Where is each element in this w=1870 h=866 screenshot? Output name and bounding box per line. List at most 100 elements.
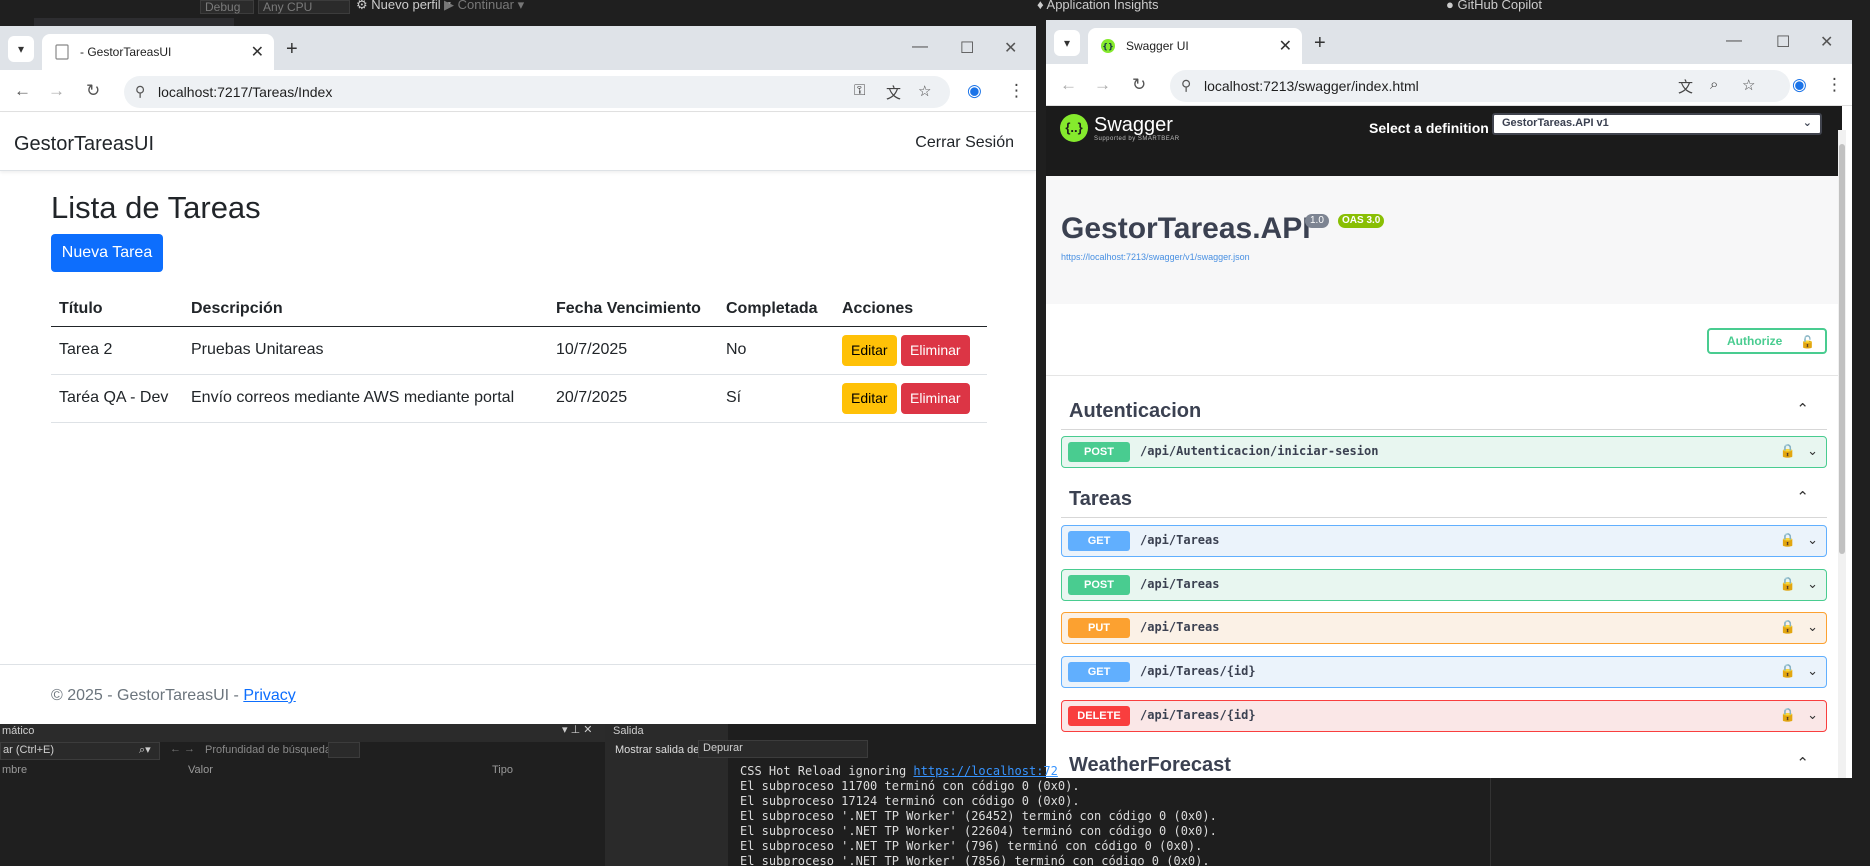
delete-button[interactable]: Eliminar	[901, 335, 970, 366]
tab-search-button[interactable]: ▾	[1054, 30, 1080, 56]
site-info-icon[interactable]: ⚲	[1181, 77, 1191, 94]
output-line: El subproceso '.NET TP Worker' (26452) t…	[740, 809, 1485, 824]
cell-title: Tarea 2	[59, 341, 113, 358]
locals-search-input[interactable]: ar (Ctrl+E) ⌕▾	[0, 742, 160, 760]
platform-combo[interactable]: Any CPU	[258, 0, 350, 14]
delete-button[interactable]: Eliminar	[901, 383, 970, 414]
operation-post-iniciar-sesion[interactable]: POST /api/Autenticacion/iniciar-sesion 🔒…	[1061, 436, 1827, 468]
tab-gestortareasui[interactable]: - GestorTareasUI ✕	[42, 34, 274, 70]
maximize-icon[interactable]: ☐	[1776, 32, 1790, 52]
operation-get-tareas[interactable]: GET /api/Tareas 🔒 ⌄	[1061, 525, 1827, 557]
back-icon[interactable]: ←	[14, 81, 31, 101]
profile-icon[interactable]: ◉	[967, 81, 982, 101]
lock-icon[interactable]: 🔒	[1780, 707, 1796, 723]
col-due-date: Fecha Vencimiento	[556, 300, 701, 317]
nav-arrows-icon[interactable]: ← →	[170, 743, 195, 755]
scrollbar-thumb[interactable]	[1839, 144, 1845, 554]
operation-delete-tarea[interactable]: DELETE /api/Tareas/{id} 🔒 ⌄	[1061, 700, 1827, 732]
edit-button[interactable]: Editar	[842, 335, 897, 366]
reload-icon[interactable]: ↻	[1132, 75, 1146, 95]
chevron-down-icon: ⌄	[1807, 707, 1818, 722]
col-completed: Completada	[726, 300, 818, 317]
config-combo[interactable]: Debug	[200, 0, 254, 14]
new-tab-icon[interactable]: +	[1314, 32, 1326, 55]
key-icon[interactable]: ⚿	[854, 82, 865, 99]
output-line: El subproceso '.NET TP Worker' (22604) t…	[740, 824, 1485, 839]
swagger-logo-icon: {..}	[1060, 114, 1088, 142]
app-insights-button[interactable]: ♦ Application Insights	[1037, 0, 1159, 12]
tab-search-button[interactable]: ▾	[8, 36, 34, 62]
svg-text:{}: {}	[1102, 42, 1113, 51]
operation-post-tareas[interactable]: POST /api/Tareas 🔒 ⌄	[1061, 569, 1827, 601]
lock-icon[interactable]: 🔒	[1780, 576, 1796, 592]
minimize-icon[interactable]: —	[1726, 32, 1742, 50]
lock-icon[interactable]: 🔒	[1780, 532, 1796, 548]
method-badge: GET	[1068, 662, 1130, 682]
privacy-link[interactable]: Privacy	[243, 687, 295, 704]
close-tab-icon[interactable]: ✕	[1279, 36, 1292, 56]
close-window-icon[interactable]: ✕	[1004, 38, 1017, 58]
maximize-icon[interactable]: ☐	[960, 38, 974, 58]
star-icon[interactable]: ☆	[918, 82, 931, 100]
profile-icon[interactable]: ◉	[1792, 75, 1807, 95]
address-bar[interactable]: ⚲ localhost:7213/swagger/index.html 文 ⌕ …	[1170, 70, 1790, 102]
section-autenticacion[interactable]: Autenticacion ⌃	[1061, 390, 1827, 430]
col-title: Título	[59, 300, 103, 317]
zoom-icon[interactable]: ⌕	[1710, 76, 1718, 93]
operation-path: /api/Tareas	[1140, 533, 1220, 547]
operation-path: /api/Tareas	[1140, 577, 1220, 591]
output-line: El subproceso 17124 terminó con código 0…	[740, 794, 1485, 809]
tab-swagger-ui[interactable]: {} Swagger UI ✕	[1088, 28, 1302, 64]
authorize-button[interactable]: Authorize 🔓	[1707, 328, 1827, 354]
profile-menu[interactable]: ⚙ Nuevo perfil ▾	[356, 0, 451, 13]
logout-link[interactable]: Cerrar Sesión	[915, 134, 1014, 152]
copilot-button[interactable]: ● GitHub Copilot	[1446, 0, 1542, 12]
star-icon[interactable]: ☆	[1742, 76, 1755, 94]
translate-icon[interactable]: 文	[1678, 76, 1693, 97]
forward-icon[interactable]: →	[48, 81, 65, 101]
cell-description: Envío correos mediante AWS mediante port…	[191, 389, 515, 406]
lock-icon[interactable]: 🔒	[1780, 619, 1796, 635]
continue-button[interactable]: ▶ Continuar ▾	[444, 0, 524, 13]
chevron-up-icon: ⌃	[1796, 401, 1809, 418]
depth-combo[interactable]	[328, 742, 360, 758]
back-icon[interactable]: ←	[1060, 75, 1077, 95]
edit-button[interactable]: Editar	[842, 383, 897, 414]
address-url: localhost:7213/swagger/index.html	[1204, 78, 1419, 94]
output-link[interactable]: https://localhost:72	[913, 764, 1058, 778]
translate-icon[interactable]: 文	[886, 82, 901, 103]
definition-select[interactable]: GestorTareas.API v1 ⌄	[1492, 113, 1822, 135]
depth-label: Profundidad de búsqueda:	[205, 744, 335, 756]
footer-text: © 2025 - GestorTareasUI - Privacy	[51, 687, 296, 705]
close-tab-icon[interactable]: ✕	[251, 42, 264, 62]
app-brand[interactable]: GestorTareasUI	[14, 133, 154, 156]
swagger-sub: Supported by SMARTBEAR	[1094, 136, 1180, 142]
version-badge: 1.0	[1305, 214, 1329, 228]
menu-icon[interactable]: ⋮	[1826, 75, 1843, 95]
output-line-text: El subproceso '.NET TP Worker' (7856) te…	[740, 854, 1210, 866]
pin-icon[interactable]: ▾ ⊥ ✕	[562, 723, 592, 736]
forward-icon[interactable]: →	[1094, 75, 1111, 95]
copyright-text: © 2025 - GestorTareasUI -	[51, 687, 244, 704]
swagger-json-link[interactable]: https://localhost:7213/swagger/v1/swagge…	[1061, 252, 1250, 262]
unlock-icon: 🔓	[1800, 335, 1815, 349]
oas-badge: OAS 3.0	[1338, 214, 1385, 228]
output-source-combo[interactable]: Depurar	[698, 740, 868, 758]
section-tareas[interactable]: Tareas ⌃	[1061, 478, 1827, 518]
chevron-down-icon: ⌄	[1807, 576, 1818, 591]
lock-icon[interactable]: 🔒	[1780, 443, 1796, 459]
reload-icon[interactable]: ↻	[86, 81, 100, 101]
minimize-icon[interactable]: —	[912, 38, 928, 56]
address-url: localhost:7217/Tareas/Index	[158, 84, 333, 100]
lock-icon[interactable]: 🔒	[1780, 663, 1796, 679]
operation-get-tarea-by-id[interactable]: GET /api/Tareas/{id} 🔒 ⌄	[1061, 656, 1827, 688]
new-task-button[interactable]: Nueva Tarea	[51, 234, 163, 272]
close-window-icon[interactable]: ✕	[1820, 32, 1833, 52]
operation-path: /api/Tareas	[1140, 620, 1220, 634]
operation-put-tareas[interactable]: PUT /api/Tareas 🔒 ⌄	[1061, 612, 1827, 644]
site-info-icon[interactable]: ⚲	[135, 83, 145, 100]
new-tab-icon[interactable]: +	[286, 38, 298, 61]
address-bar[interactable]: ⚲ localhost:7217/Tareas/Index ⚿ 文 ☆	[124, 76, 950, 108]
menu-icon[interactable]: ⋮	[1008, 81, 1025, 101]
scrollbar[interactable]	[1838, 130, 1846, 778]
